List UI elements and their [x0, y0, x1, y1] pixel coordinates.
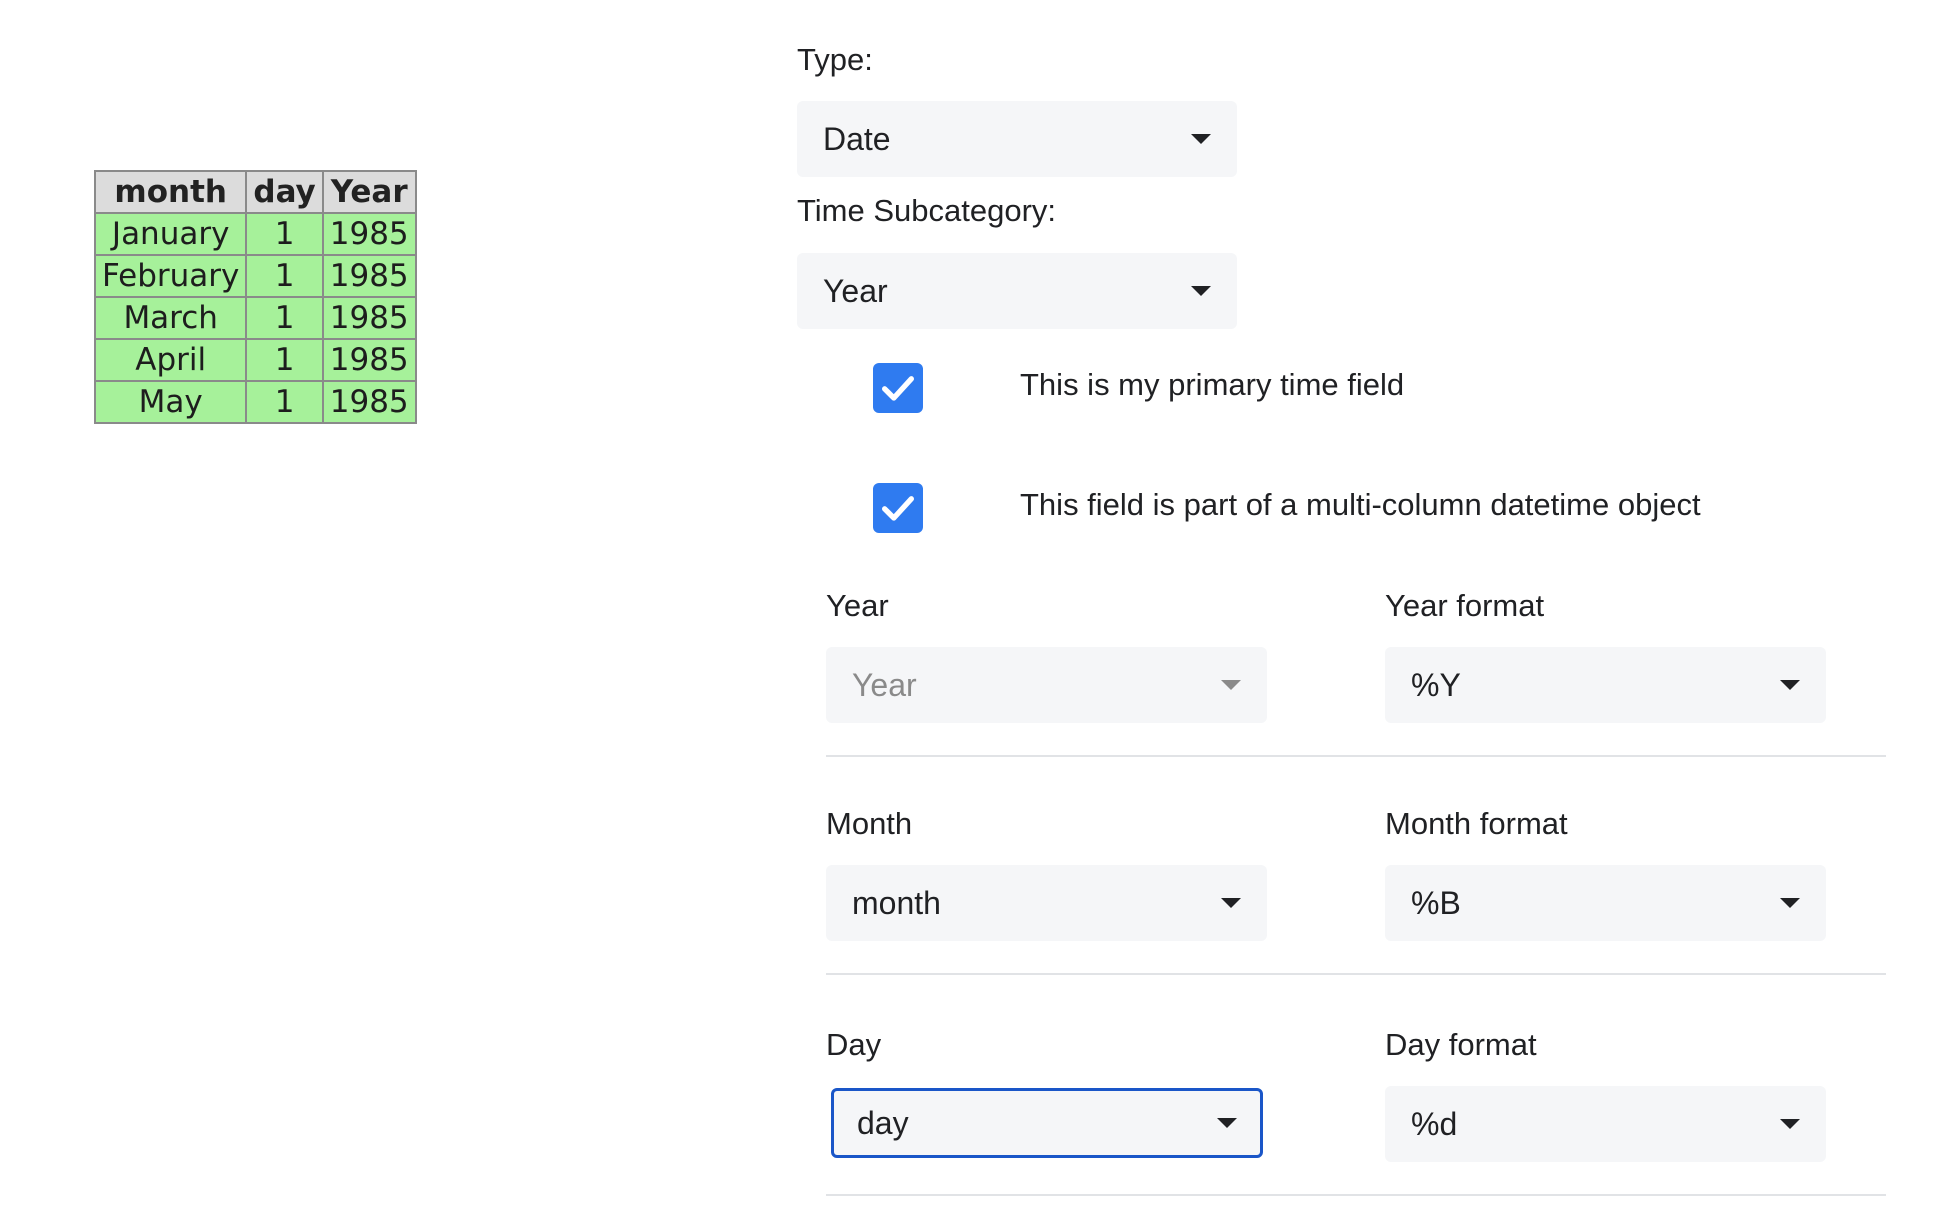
table-cell: 1: [245, 296, 324, 340]
table-row: April 1 1985: [93, 338, 417, 382]
preview-table: month day Year January 1 1985 February 1…: [93, 170, 417, 424]
divider: [826, 755, 1886, 757]
table-cell: 1: [245, 338, 324, 382]
multicolumn-datetime-checkbox[interactable]: [873, 483, 923, 533]
month-format-label: Month format: [1385, 806, 1568, 841]
caret-down-icon: [1191, 286, 1211, 296]
table-row: February 1 1985: [93, 254, 417, 298]
day-column-select-value: day: [857, 1104, 909, 1141]
day-column-select[interactable]: day: [831, 1088, 1263, 1158]
table-header-month: month: [93, 170, 248, 214]
year-format-select-value: %Y: [1411, 666, 1461, 703]
table-cell: February: [93, 254, 248, 298]
type-label: Type:: [797, 42, 873, 77]
caret-down-icon: [1780, 1119, 1800, 1129]
table-cell: 1985: [321, 296, 417, 340]
caret-down-icon: [1217, 1118, 1237, 1128]
table-cell: April: [93, 338, 248, 382]
table-cell: 1985: [321, 338, 417, 382]
caret-down-icon: [1780, 680, 1800, 690]
day-format-select-value: %d: [1411, 1105, 1458, 1142]
year-column-select-value: Year: [852, 666, 917, 703]
caret-down-icon: [1780, 898, 1800, 908]
primary-time-field-label: This is my primary time field: [1020, 367, 1405, 402]
day-format-select[interactable]: %d: [1385, 1086, 1826, 1162]
divider: [826, 973, 1886, 975]
type-select[interactable]: Date: [797, 101, 1237, 177]
type-select-value: Date: [823, 120, 891, 157]
day-format-label: Day format: [1385, 1027, 1537, 1062]
year-column-select: Year: [826, 647, 1267, 723]
table-header-row: month day Year: [93, 170, 417, 214]
table-cell: 1: [245, 380, 324, 424]
month-column-select-value: month: [852, 884, 941, 921]
month-label: Month: [826, 806, 913, 841]
table-header-year: Year: [321, 170, 417, 214]
subcategory-label: Time Subcategory:: [797, 193, 1057, 228]
table-cell: May: [93, 380, 248, 424]
month-format-select-value: %B: [1411, 884, 1461, 921]
divider: [826, 1194, 1886, 1196]
table-row: March 1 1985: [93, 296, 417, 340]
table-cell: 1985: [321, 254, 417, 298]
day-label: Day: [826, 1027, 882, 1062]
checkmark-icon: [882, 376, 914, 401]
table-cell: January: [93, 212, 248, 256]
table-cell: 1985: [321, 380, 417, 424]
subcategory-select[interactable]: Year: [797, 253, 1237, 329]
table-row: May 1 1985: [93, 380, 417, 424]
multicolumn-datetime-label: This field is part of a multi-column dat…: [1020, 487, 1701, 522]
month-format-select[interactable]: %B: [1385, 865, 1826, 941]
table-cell: 1: [245, 212, 324, 256]
table-cell: 1: [245, 254, 324, 298]
table-row: January 1 1985: [93, 212, 417, 256]
table-header-day: day: [245, 170, 324, 214]
table-cell: March: [93, 296, 248, 340]
caret-down-icon: [1191, 134, 1211, 144]
year-label: Year: [826, 588, 889, 623]
table-cell: 1985: [321, 212, 417, 256]
month-column-select[interactable]: month: [826, 865, 1267, 941]
caret-down-icon: [1221, 898, 1241, 908]
subcategory-select-value: Year: [823, 272, 888, 309]
primary-time-field-checkbox[interactable]: [873, 363, 923, 413]
caret-down-icon: [1221, 680, 1241, 690]
year-format-label: Year format: [1385, 588, 1545, 623]
year-format-select[interactable]: %Y: [1385, 647, 1826, 723]
checkmark-icon: [882, 496, 914, 521]
